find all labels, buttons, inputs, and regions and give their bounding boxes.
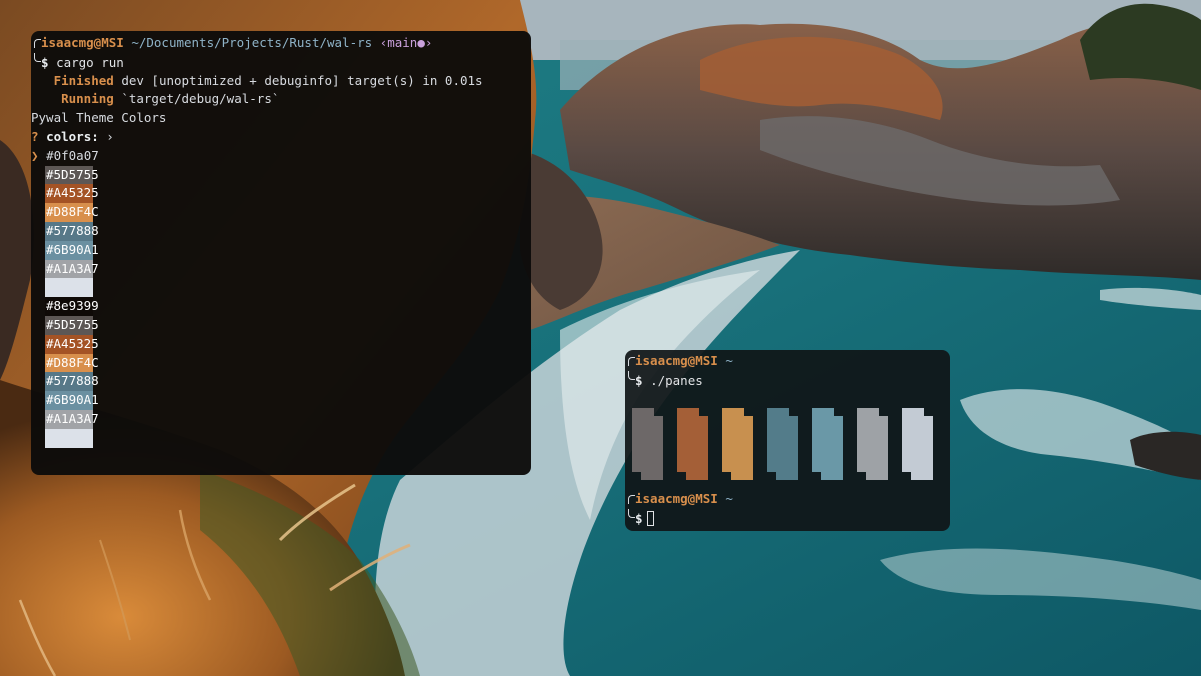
color-option[interactable]: #8e9399: [31, 297, 531, 316]
color-pane-block: [722, 408, 753, 480]
cargo-status-text: `target/debug/wal-rs`: [121, 91, 280, 107]
prompt-user-host: isaacmg@MSI: [41, 35, 124, 50]
color-option[interactable]: #577888: [31, 221, 531, 241]
question-text: colors:: [46, 128, 99, 144]
git-branch-indicator: ‹main●›: [379, 35, 433, 50]
color-option[interactable]: #A1A3A7: [31, 259, 531, 279]
command-line: $ ./panes: [625, 370, 950, 390]
color-swatch: #577888: [45, 372, 99, 392]
color-swatch: #8e9399: [45, 297, 99, 316]
prompt-path: ~: [725, 353, 733, 368]
color-option[interactable]: #6B90A1: [31, 391, 531, 410]
color-pane-block: [812, 408, 843, 480]
question-mark: ?: [31, 128, 39, 144]
color-swatch: #6B90A1: [45, 240, 99, 260]
color-swatch: [45, 278, 93, 298]
selection-arrow-icon: ❯: [31, 147, 39, 163]
color-swatch: #A1A3A7: [45, 259, 99, 279]
prompt-line: isaacmg@MSI ~: [625, 352, 950, 371]
prompt-symbol: $: [41, 54, 49, 70]
color-option[interactable]: [31, 278, 531, 298]
color-pane-block: [677, 408, 708, 480]
color-option[interactable]: #5D5755: [31, 165, 531, 185]
color-swatch: #6B90A1: [45, 391, 99, 410]
command-line[interactable]: $: [625, 509, 950, 528]
desktop: isaacmg@MSI ~/Documents/Projects/Rust/wa…: [0, 0, 1201, 676]
color-swatch: #5D5755: [45, 165, 99, 185]
cargo-status-label: Finished: [53, 72, 114, 88]
color-swatch: #D88F4C: [45, 353, 99, 373]
color-option-selected[interactable]: ❯ #0f0a07: [31, 147, 531, 166]
color-swatch-list: #5D5755 #A45325 #D88F4C #577888 #6B90A1 #A1A3…: [31, 165, 531, 448]
color-pane-block: [767, 408, 798, 480]
heading-text: Pywal Theme Colors: [31, 110, 167, 126]
prompt-corner-top: [628, 357, 635, 366]
command-text: cargo run: [56, 54, 124, 70]
color-swatch: #A45325: [45, 334, 99, 354]
prompt-line: isaacmg@MSI ~/Documents/Projects/Rust/wa…: [31, 34, 531, 53]
prompt-corner-bottom: [628, 509, 635, 518]
prompt-path: ~: [725, 491, 733, 506]
color-option[interactable]: [31, 428, 531, 448]
color-swatch: #577888: [45, 221, 99, 241]
prompt-symbol: $: [635, 372, 643, 388]
cargo-status-label: Running: [61, 91, 114, 107]
color-pane-block: [632, 408, 663, 480]
selected-color-value: #0f0a07: [46, 147, 99, 163]
prompt-path: ~/Documents/Projects/Rust/wal-rs: [131, 35, 373, 50]
color-swatch: #A1A3A7: [45, 409, 99, 429]
color-option[interactable]: #A45325: [31, 184, 531, 204]
text-cursor: [646, 511, 654, 526]
color-swatch: #D88F4C: [45, 203, 99, 222]
prompt-user-host: isaacmg@MSI: [635, 353, 718, 368]
color-option[interactable]: #5D5755: [31, 315, 531, 335]
prompt-corner-top: [34, 39, 41, 48]
color-swatch: [45, 428, 93, 448]
prompt-corner-bottom: [34, 52, 41, 62]
command-text: ./panes: [650, 372, 703, 388]
color-option[interactable]: #577888: [31, 372, 531, 392]
program-heading: Pywal Theme Colors: [31, 109, 531, 128]
color-option[interactable]: #A1A3A7: [31, 409, 531, 429]
prompt-corner-bottom: [628, 370, 635, 380]
color-pane-block: [857, 408, 888, 480]
prompt-symbol: $: [635, 511, 643, 526]
color-swatch: #5D5755: [45, 315, 99, 335]
question-arrow: ›: [106, 128, 114, 144]
cargo-output-line: Running `target/debug/wal-rs`: [31, 90, 531, 109]
color-pane-block: [902, 408, 933, 480]
main-terminal-window[interactable]: isaacmg@MSI ~/Documents/Projects/Rust/wa…: [31, 31, 531, 475]
color-option[interactable]: #D88F4C: [31, 353, 531, 373]
prompt-user-host: isaacmg@MSI: [635, 491, 718, 506]
color-swatch: #A45325: [45, 184, 99, 204]
color-option[interactable]: #D88F4C: [31, 203, 531, 222]
cargo-status-text: dev [unoptimized + debuginfo] target(s) …: [121, 72, 483, 88]
prompt-line: isaacmg@MSI ~: [625, 490, 950, 509]
command-line: $ cargo run: [31, 52, 531, 72]
cargo-output-line: Finished dev [unoptimized + debuginfo] t…: [31, 72, 531, 91]
prompt-question: ? colors: ›: [31, 128, 531, 147]
panes-terminal-window[interactable]: isaacmg@MSI ~ $ ./panes isaacmg@MSI ~ $: [625, 350, 950, 531]
color-option[interactable]: #6B90A1: [31, 240, 531, 260]
color-option[interactable]: #A45325: [31, 334, 531, 354]
prompt-corner-top: [628, 495, 635, 504]
